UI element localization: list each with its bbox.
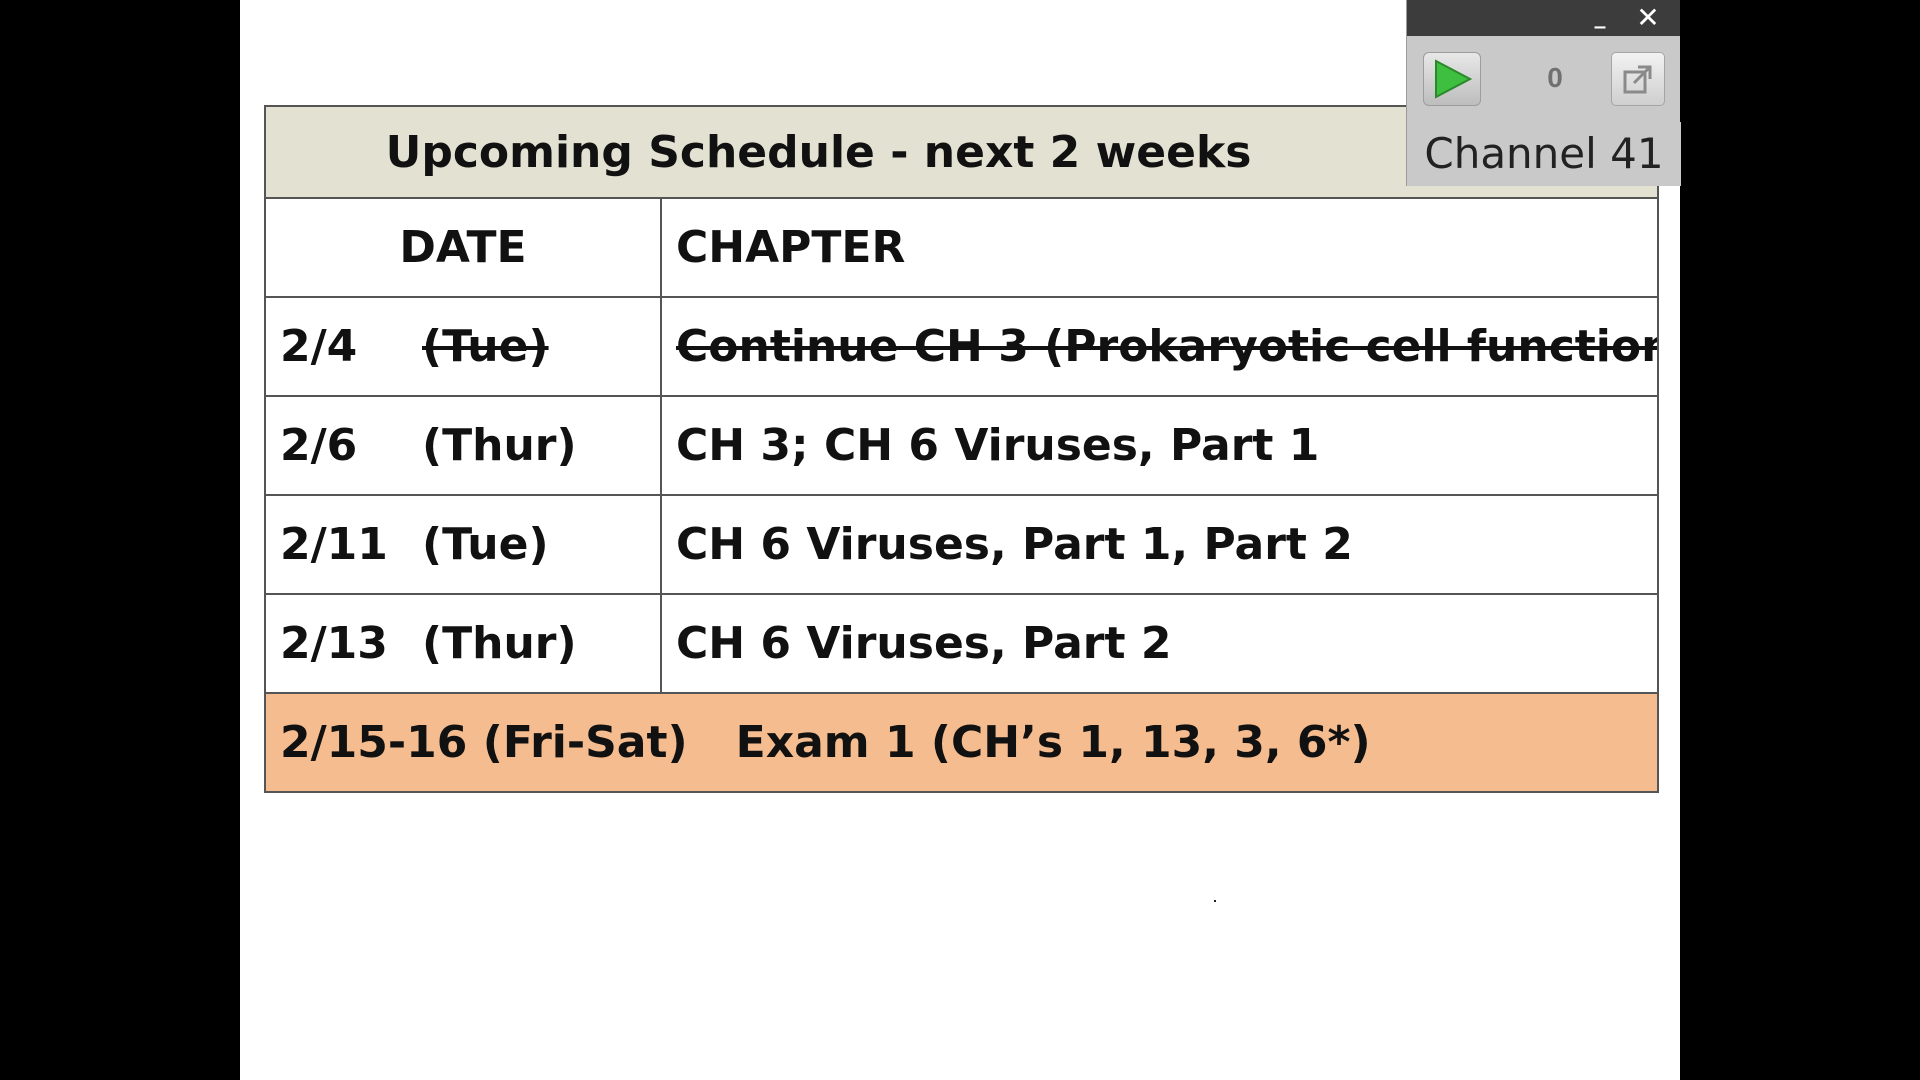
date-column-header: DATE	[264, 197, 662, 298]
stray-dot	[1214, 900, 1216, 902]
play-button[interactable]	[1423, 52, 1481, 106]
table-row: 2/6 (Thur) CH 3; CH 6 Viruses, Part 1	[264, 395, 1659, 496]
table-row: 2/11 (Tue) CH 6 Viruses, Part 1, Part 2	[264, 494, 1659, 595]
popout-button[interactable]	[1611, 52, 1665, 106]
mini-player-widget: _ ✕ 0 Channel 41	[1406, 0, 1681, 186]
exam-text: Exam 1 (CH’s 1, 13, 3, 6*)	[735, 717, 1371, 768]
chapter-cell: Continue CH 3 (Prokaryotic cell function…	[660, 296, 1659, 397]
date-value: 2/4	[280, 321, 358, 372]
date-cell: 2/4 (Tue)	[264, 296, 662, 397]
exam-date: 2/15-16 (Fri-Sat)	[280, 717, 688, 768]
schedule-header-row: DATE CHAPTER	[264, 197, 1659, 298]
minimize-button[interactable]: _	[1586, 5, 1614, 29]
day-value: (Tue)	[422, 321, 549, 372]
play-icon	[1435, 59, 1472, 99]
chapter-cell: CH 3; CH 6 Viruses, Part 1	[660, 395, 1659, 496]
popout-icon	[1623, 65, 1652, 94]
day-value: (Thur)	[422, 420, 577, 471]
chapter-cell: CH 6 Viruses, Part 2	[660, 593, 1659, 694]
date-cell: 2/6 (Thur)	[264, 395, 662, 496]
day-value: (Tue)	[422, 519, 549, 570]
chapter-value: Continue CH 3 (Prokaryotic cell function…	[676, 321, 1658, 372]
exam-cell: 2/15-16 (Fri-Sat) Exam 1 (CH’s 1, 13, 3, …	[264, 692, 1659, 793]
player-titlebar[interactable]: _ ✕	[1407, 0, 1680, 36]
chapter-column-header: CHAPTER	[660, 197, 1659, 298]
date-value: 2/6	[280, 420, 358, 471]
table-row: 2/13 (Thur) CH 6 Viruses, Part 2	[264, 593, 1659, 694]
exam-row: 2/15-16 (Fri-Sat) Exam 1 (CH’s 1, 13, 3, …	[264, 692, 1659, 793]
day-value: (Thur)	[422, 618, 577, 669]
date-value: 2/11	[280, 519, 388, 570]
player-controls: 0	[1407, 36, 1680, 122]
counter-value: 0	[1547, 62, 1563, 93]
date-value: 2/13	[280, 618, 388, 669]
schedule-table: Upcoming Schedule - next 2 weeks DATE CH…	[264, 105, 1659, 793]
close-button[interactable]: ✕	[1632, 4, 1664, 32]
chapter-cell: CH 6 Viruses, Part 1, Part 2	[660, 494, 1659, 595]
date-cell: 2/11 (Tue)	[264, 494, 662, 595]
table-row: 2/4 (Tue) Continue CH 3 (Prokaryotic cell…	[264, 296, 1659, 397]
date-cell: 2/13 (Thur)	[264, 593, 662, 694]
channel-label: Channel 41	[1407, 122, 1681, 186]
